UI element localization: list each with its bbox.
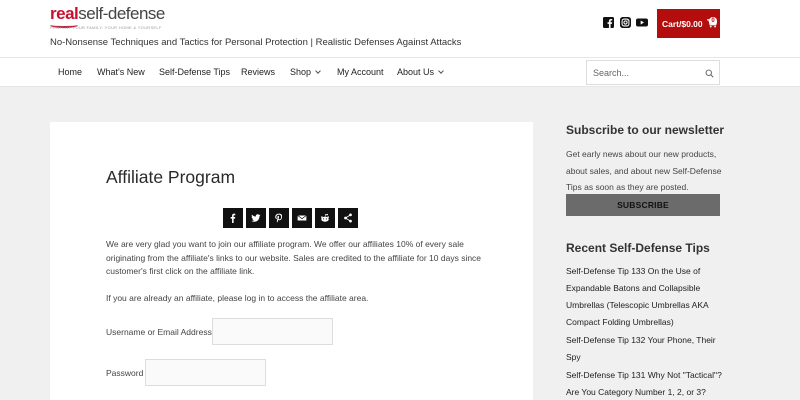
facebook-icon[interactable] (603, 17, 614, 28)
search-icon[interactable] (705, 69, 714, 78)
nav-item-shop[interactable]: Shop (290, 67, 321, 77)
main-navigation: Home What's New Self-Defense Tips Review… (0, 57, 800, 87)
nav-item-my-account[interactable]: My Account (337, 67, 384, 77)
newsletter-heading: Subscribe to our newsletter (566, 123, 725, 137)
site-logo[interactable]: realself-defense PROTECT YOUR FAMILY, YO… (50, 4, 170, 32)
social-share-bar (223, 208, 358, 228)
nav-about-label: About Us (397, 67, 435, 77)
logo-subtitle: PROTECT YOUR FAMILY, YOUR HOME & YOURSEL… (50, 25, 162, 30)
login-note-paragraph: If you are already an affiliate, please … (106, 293, 369, 303)
share-more-icon[interactable] (338, 208, 358, 228)
share-pinterest-icon[interactable] (269, 208, 289, 228)
share-twitter-icon[interactable] (246, 208, 266, 228)
cart-total: Cart/$0.00 (662, 18, 703, 29)
youtube-icon[interactable] (636, 17, 648, 28)
password-label: Password (106, 368, 144, 378)
recent-tip-link[interactable]: Self-Defense Tip 133 On the Use of Expan… (566, 263, 728, 331)
nav-item-home[interactable]: Home (58, 67, 82, 77)
nav-item-about-us[interactable]: About Us (397, 67, 444, 77)
recent-tip-link[interactable]: Self-Defense Tip 131 Why Not "Tactical"?… (566, 367, 728, 400)
share-facebook-icon[interactable] (223, 208, 243, 228)
cart-button[interactable]: Cart/$0.00 0 (657, 9, 720, 38)
site-tagline: No-Nonsense Techniques and Tactics for P… (50, 37, 462, 48)
nav-shop-label: Shop (290, 67, 312, 77)
share-email-icon[interactable] (292, 208, 312, 228)
instagram-icon[interactable] (620, 17, 631, 28)
username-field[interactable] (212, 318, 333, 345)
chevron-down-icon (438, 68, 444, 74)
cart-count-badge: 0 (709, 17, 717, 25)
recent-tips-heading: Recent Self-Defense Tips (566, 241, 710, 255)
search-input[interactable] (593, 66, 703, 80)
logo-wordmark: realself-defense (50, 4, 165, 24)
subscribe-button[interactable]: SUBSCRIBE (566, 194, 720, 216)
username-label: Username or Email Address (106, 327, 212, 337)
share-reddit-icon[interactable] (315, 208, 335, 228)
page-title: Affiliate Program (106, 167, 236, 187)
main-content: Affiliate Program We are very glad you w… (50, 122, 533, 400)
newsletter-description: Get early news about our new products, a… (566, 149, 722, 192)
recent-tip-link[interactable]: Self-Defense Tip 132 Your Phone, Their S… (566, 332, 728, 366)
chevron-down-icon (315, 68, 321, 74)
intro-paragraph: We are very glad you want to join our af… (106, 239, 482, 276)
site-header: realself-defense PROTECT YOUR FAMILY, YO… (0, 0, 800, 57)
logo-red-text: real (50, 4, 79, 23)
logo-gray-text: self-defense (78, 4, 165, 23)
nav-item-self-defense-tips[interactable]: Self-Defense Tips (159, 67, 230, 77)
search-box (586, 60, 720, 85)
nav-item-reviews[interactable]: Reviews (241, 67, 275, 77)
nav-item-whats-new[interactable]: What's New (97, 67, 145, 77)
password-field[interactable] (145, 359, 266, 386)
